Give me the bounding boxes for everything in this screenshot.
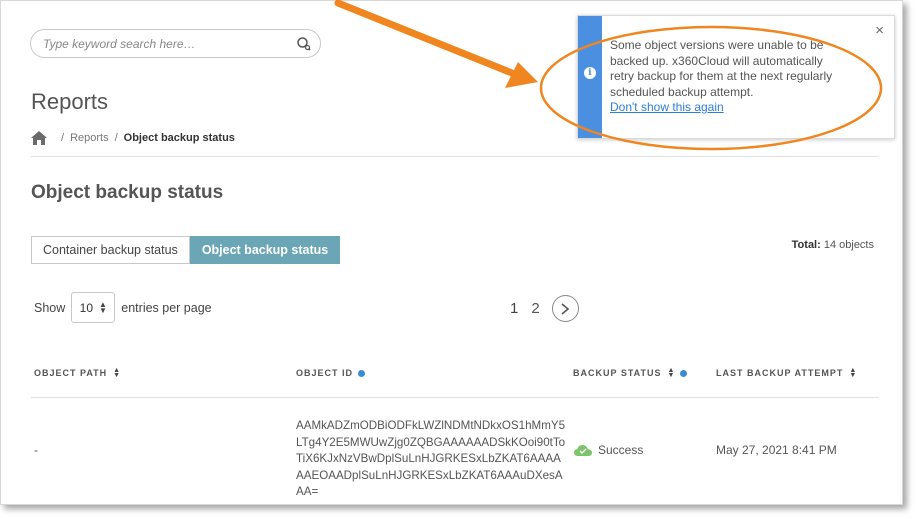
entries-prefix: Show [34,300,66,315]
page-title: Reports [31,89,109,114]
page-1-link[interactable]: 1 [510,300,518,317]
cell-object-path: - [34,443,38,457]
cell-last-backup-attempt: May 27, 2021 8:41 PM [716,443,837,457]
close-icon[interactable]: × [875,22,884,39]
app-window: Reports / Reports / Object backup status… [0,0,903,505]
sort-icon: ▲ ▼ [849,367,858,379]
cloud-success-icon [574,444,592,456]
entries-per-page: Show 10 ▲ ▼ entries per page [34,292,212,323]
column-header-label: OBJECT ID [296,368,354,378]
notification-text: Some object versions were unable to be b… [610,38,833,99]
notification-accent-bar: i [578,16,602,138]
tab-container-backup-status[interactable]: Container backup status [31,236,190,264]
sort-icon: ▲ ▼ [667,367,676,379]
column-header-object-path[interactable]: OBJECT PATH ▲ ▼ [34,367,122,379]
dont-show-again-link[interactable]: Don't show this again [610,100,724,114]
cell-backup-status: Success [574,443,643,457]
report-tabs: Container backup status Object backup st… [31,236,341,264]
column-header-backup-status[interactable]: BACKUP STATUS ▲ ▼ [573,367,688,379]
chevron-right-icon [561,302,570,315]
home-icon[interactable] [31,131,47,145]
sort-icon: ▲ ▼ [113,367,122,379]
column-header-object-id: OBJECT ID [296,368,366,378]
info-icon[interactable] [358,369,366,377]
notification-message: Some object versions were unable to be b… [610,38,840,116]
section-title: Object backup status [31,182,224,203]
column-header-label: BACKUP STATUS [573,368,662,378]
divider [31,156,879,157]
pagination: 1 2 [510,295,579,322]
total-value: 14 objects [823,239,874,251]
entries-select-value: 10 [79,300,93,315]
search-input[interactable] [43,35,293,53]
total-label: Total: [791,239,821,251]
info-icon: i [584,67,596,79]
breadcrumb-current: Object backup status [123,132,235,144]
search-box[interactable] [30,29,321,58]
entries-select[interactable]: 10 ▲ ▼ [71,292,116,323]
breadcrumb-separator: / [61,132,65,144]
breadcrumb-separator: / [114,132,118,144]
page-2-link[interactable]: 2 [531,300,539,317]
column-header-label: OBJECT PATH [34,368,108,378]
breadcrumb: / Reports / Object backup status [31,129,235,147]
cell-object-id: AAMkADZmODBiODFkLWZlNDMtNDkxOS1hMmY5LTg4… [296,419,566,498]
table-header-divider [31,397,879,398]
status-text: Success [598,443,644,457]
notification-toast: i Some object versions were unable to be… [577,15,895,139]
info-icon[interactable] [680,369,688,377]
column-header-last-backup-attempt[interactable]: LAST BACKUP ATTEMPT ▲ ▼ [716,367,858,379]
entries-suffix: entries per page [121,300,212,315]
tab-object-backup-status[interactable]: Object backup status [189,236,341,264]
next-page-button[interactable] [551,295,579,322]
total-count: Total: 14 objects [792,239,874,251]
breadcrumb-reports-link[interactable]: Reports [70,132,109,144]
column-header-label: LAST BACKUP ATTEMPT [716,368,844,378]
select-arrows-icon: ▲ ▼ [99,299,107,315]
search-settings-icon[interactable] [296,36,312,52]
